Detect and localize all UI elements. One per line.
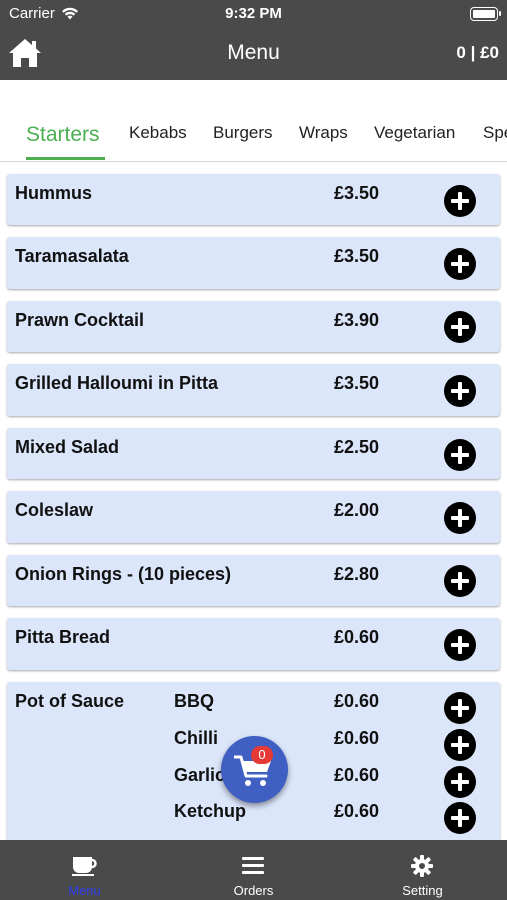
menu-item[interactable]: Onion Rings - (10 pieces) £2.80 xyxy=(7,555,500,606)
item-name: Hummus xyxy=(15,183,93,203)
tab-specials[interactable]: Spe xyxy=(483,123,507,143)
item-name: Coleslaw xyxy=(15,500,94,520)
item-name: Onion Rings - (10 pieces) xyxy=(15,564,232,584)
sauce-name: Ketchup xyxy=(174,801,246,821)
item-price: £2.00 xyxy=(334,500,380,520)
sauce-option: BBQ £0.60 xyxy=(7,691,500,721)
add-icon[interactable] xyxy=(444,565,476,597)
item-price: £3.50 xyxy=(334,373,380,393)
tab-burgers[interactable]: Burgers xyxy=(213,123,273,143)
add-icon[interactable] xyxy=(444,248,476,280)
sauce-option: Ketchup £0.60 xyxy=(7,801,500,831)
active-tab-indicator xyxy=(26,157,105,160)
menu-item[interactable]: Pitta Bread £0.60 xyxy=(7,618,500,670)
tab-orders[interactable]: Orders xyxy=(169,840,338,900)
sauce-name: Garlic xyxy=(174,765,226,785)
tab-setting[interactable]: Setting xyxy=(338,840,507,900)
sauce-price: £0.60 xyxy=(334,765,380,785)
sauce-price: £0.60 xyxy=(334,801,380,821)
item-price: £0.60 xyxy=(334,627,380,647)
tab-menu[interactable]: Menu xyxy=(0,840,169,900)
cart-total[interactable]: 0 | £0 xyxy=(456,43,499,63)
tab-vegetarian[interactable]: Vegetarian xyxy=(374,123,455,143)
menu-item[interactable]: Hummus £3.50 xyxy=(7,174,500,225)
item-name: Mixed Salad xyxy=(15,437,120,457)
tab-wraps[interactable]: Wraps xyxy=(299,123,348,143)
item-price: £3.50 xyxy=(334,246,380,266)
category-tabs: Starters Kebabs Burgers Wraps Vegetarian… xyxy=(0,80,507,162)
add-icon[interactable] xyxy=(444,766,476,798)
item-name: Pitta Bread xyxy=(15,627,111,647)
sauce-name: Chilli xyxy=(174,728,218,748)
bottom-tab-bar: Menu Orders Setting xyxy=(0,840,507,900)
cart-badge: 0 xyxy=(251,746,273,764)
item-name: Taramasalata xyxy=(15,246,129,266)
menu-item[interactable]: Coleslaw £2.00 xyxy=(7,491,500,543)
page-title: Menu xyxy=(227,41,280,64)
coffee-cup-icon xyxy=(72,857,97,876)
item-price: £2.80 xyxy=(334,564,380,584)
tab-label: Setting xyxy=(402,883,443,898)
tab-label: Menu xyxy=(68,883,101,898)
cart-fab[interactable]: 0 xyxy=(221,736,288,803)
add-icon[interactable] xyxy=(444,375,476,407)
sauce-price: £0.60 xyxy=(334,691,380,711)
add-icon[interactable] xyxy=(444,729,476,761)
menu-item[interactable]: Mixed Salad £2.50 xyxy=(7,428,500,479)
tab-starters[interactable]: Starters xyxy=(26,123,100,147)
menu-item[interactable]: Grilled Halloumi in Pitta £3.50 xyxy=(7,364,500,416)
item-name: Prawn Cocktail xyxy=(15,310,145,330)
battery-icon xyxy=(470,7,501,21)
menu-item[interactable]: Prawn Cocktail £3.90 xyxy=(7,301,500,352)
status-bar: Carrier 9:32 PM xyxy=(0,0,507,28)
nav-bar: Menu 0 | £0 xyxy=(0,28,507,80)
item-price: £2.50 xyxy=(334,437,380,457)
gear-icon xyxy=(411,855,433,877)
add-icon[interactable] xyxy=(444,439,476,471)
tab-label: Orders xyxy=(233,883,274,898)
item-name: Grilled Halloumi in Pitta xyxy=(15,373,219,393)
item-price: £3.90 xyxy=(334,310,380,330)
item-price: £3.50 xyxy=(334,183,380,203)
status-time: 9:32 PM xyxy=(225,5,282,22)
add-icon[interactable] xyxy=(444,502,476,534)
list-icon xyxy=(242,857,264,874)
add-icon[interactable] xyxy=(444,185,476,217)
add-icon[interactable] xyxy=(444,629,476,661)
menu-item[interactable]: Taramasalata £3.50 xyxy=(7,237,500,289)
add-icon[interactable] xyxy=(444,692,476,724)
add-icon[interactable] xyxy=(444,311,476,343)
sauce-name: BBQ xyxy=(174,691,214,711)
add-icon[interactable] xyxy=(444,802,476,834)
sauce-price: £0.60 xyxy=(334,728,380,748)
tab-kebabs[interactable]: Kebabs xyxy=(129,123,187,143)
